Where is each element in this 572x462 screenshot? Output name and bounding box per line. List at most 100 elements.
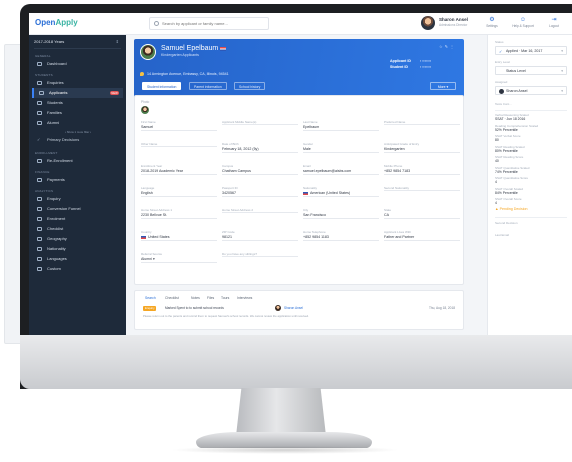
field-value[interactable]: +852 9854 1183 (303, 234, 379, 241)
field-value[interactable]: Alumni ▾ (141, 256, 217, 263)
pending-decision[interactable]: ▲ Pending Decision (495, 207, 528, 211)
activity-author[interactable]: Sharon Ansel (284, 306, 303, 311)
form-field[interactable]: Nationality American (United States) (303, 186, 379, 200)
tab-student-information[interactable]: Student information (142, 82, 182, 90)
tab-notes[interactable]: Notes (191, 296, 200, 300)
field-value[interactable] (384, 124, 460, 125)
header-actions[interactable]: ☆✎⋮ (439, 44, 456, 49)
form-field[interactable]: Language English (141, 186, 217, 200)
app-logo[interactable]: OpenApply (35, 18, 78, 27)
field-value[interactable]: Male (303, 146, 379, 153)
sidebar-item-dashboard[interactable]: Dashboard (32, 59, 123, 69)
sidebar-item-alumni[interactable]: Alumni (32, 118, 123, 128)
field-value[interactable]: samuel.epelbaum@aisbs.com (303, 168, 379, 175)
tab-checklist[interactable]: Checklist (165, 296, 179, 300)
sidebar-item-custom[interactable]: Custom (32, 264, 123, 274)
sidebar-item-enquiries[interactable]: Enquiries (32, 78, 123, 88)
field-value[interactable] (222, 124, 298, 125)
field-value[interactable]: February 18, 2012 (5y) (222, 146, 298, 153)
field-value[interactable] (384, 190, 460, 191)
field-value[interactable]: American (United States) (303, 190, 379, 197)
field-value[interactable]: United States (141, 234, 217, 241)
field-value[interactable] (222, 256, 298, 257)
entry-level-select[interactable]: Status Level ▾ (495, 66, 567, 75)
form-field[interactable]: Applicant Lives With Father and Partner (384, 230, 460, 244)
tab-school-history[interactable]: School history (234, 82, 266, 90)
logout-button[interactable]: ⇥ Logout (541, 17, 567, 28)
form-field[interactable]: Applicant Middle Name(s) (222, 120, 298, 134)
form-field[interactable]: Passport ID 3420567 (222, 186, 298, 200)
form-field[interactable]: Referral Source Alumni ▾ (141, 252, 217, 266)
user-avatar[interactable] (421, 16, 435, 30)
form-field[interactable]: First Name Samuel (141, 120, 217, 134)
form-field[interactable]: City San Francisco (303, 208, 379, 222)
sidebar-item-nationality[interactable]: Nationality (32, 244, 123, 254)
form-field[interactable]: Preferred Name (384, 120, 460, 134)
form-field[interactable]: Campus Chatham Campus (222, 164, 298, 178)
field-value[interactable] (222, 212, 298, 213)
field-value[interactable]: +852 9854 7183 (384, 168, 460, 175)
more-button[interactable]: More ▾ (430, 82, 456, 90)
search-input[interactable] (162, 19, 262, 28)
assigned-select[interactable]: Sharon Ansel ▾ (495, 86, 567, 95)
monitor-stand (236, 388, 326, 436)
more-icon[interactable]: ⋮ (450, 44, 456, 49)
help-button[interactable]: ☺ Help & Support (510, 17, 536, 28)
form-field[interactable]: Home Street Address 2 (222, 208, 298, 222)
form-field[interactable]: Date of Birth February 18, 2012 (5y) (222, 142, 298, 156)
field-value[interactable]: CA (384, 212, 460, 219)
field-value[interactable]: 2230 Bellvue St. (141, 212, 217, 219)
field-value[interactable]: Father and Partner (384, 234, 460, 241)
field-value[interactable]: 98121 (222, 234, 298, 241)
field-value[interactable]: Chatham Campus (222, 168, 298, 175)
tab-tours[interactable]: Tours (221, 296, 229, 300)
year-select[interactable]: 2017-2018 Years ⇕ (34, 39, 121, 49)
photo-thumbnail[interactable] (141, 106, 149, 114)
field-value[interactable]: 2018-2019 Academic Year (141, 168, 217, 175)
form-field[interactable]: Anticipated Grade of Entry Kindergarten (384, 142, 460, 156)
form-field[interactable]: Mobile Phone +852 9854 7183 (384, 164, 460, 178)
user-name[interactable]: Sharon Ansel (439, 17, 468, 22)
sidebar-item-label: Dashboard (47, 61, 67, 66)
sidebar-item-label: Checklist (47, 226, 64, 231)
field-value[interactable]: 3420567 (222, 190, 298, 197)
sidebar-item-students[interactable]: Students (32, 98, 123, 108)
field-value[interactable]: Samuel (141, 124, 217, 131)
form-field[interactable]: ZIP Code 98121 (222, 230, 298, 244)
tab-search[interactable]: Search (145, 296, 156, 300)
show-more-filters-link[interactable]: • Show 1 more filter • (65, 130, 91, 134)
sidebar-item-checklist[interactable]: Checklist (32, 224, 123, 234)
search-box[interactable] (149, 17, 269, 30)
form-field[interactable]: Other Name (141, 142, 217, 156)
sidebar-item-geography[interactable]: Geography (32, 234, 123, 244)
sidebar-item-families[interactable]: Families (32, 108, 123, 118)
form-field[interactable]: Last Name Epelbaum (303, 120, 379, 134)
sidebar-item-re-enrollment[interactable]: Re-Enrollment (32, 156, 123, 166)
tab-parent-information[interactable]: Parent information (189, 82, 227, 90)
form-field[interactable]: Second Nationality (384, 186, 460, 200)
form-field[interactable]: Do you have any siblings? (222, 252, 298, 266)
field-value[interactable]: Epelbaum (303, 124, 379, 131)
field-value[interactable]: Kindergarten (384, 146, 460, 153)
form-field[interactable]: Enrollment Year 2018-2019 Academic Year (141, 164, 217, 178)
sidebar-item-languages[interactable]: Languages (32, 254, 123, 264)
field-value[interactable]: San Francisco (303, 212, 379, 219)
settings-button[interactable]: ⚙ Settings (479, 17, 505, 28)
sidebar-item-enrolment[interactable]: Enrolment (32, 214, 123, 224)
field-value[interactable] (141, 146, 217, 147)
tab-files[interactable]: Files (207, 296, 214, 300)
sidebar-item-enquiry[interactable]: Enquiry (32, 194, 123, 204)
form-field[interactable]: State CA (384, 208, 460, 222)
sidebar-item-payments[interactable]: Payments (32, 175, 123, 185)
tab-interviews[interactable]: Interviews (237, 296, 252, 300)
form-field[interactable]: Gender Male (303, 142, 379, 156)
form-field[interactable]: Country United States (141, 230, 217, 244)
sidebar-item-conversion-funnel[interactable]: Conversion Funnel (32, 204, 123, 214)
status-select[interactable]: ✓ Applied · Mar 16, 2017 ▾ (495, 46, 567, 55)
field-value[interactable]: English (141, 190, 217, 197)
sidebar-item-applicants[interactable]: Applicants NEW (32, 88, 123, 98)
sidebar-item-primary-decisions[interactable]: ✓ Primary Decisions (32, 135, 123, 145)
form-field[interactable]: Home Street Address 1 2230 Bellvue St. (141, 208, 217, 222)
form-field[interactable]: Home Telephone +852 9854 1183 (303, 230, 379, 244)
form-field[interactable]: Email samuel.epelbaum@aisbs.com (303, 164, 379, 178)
